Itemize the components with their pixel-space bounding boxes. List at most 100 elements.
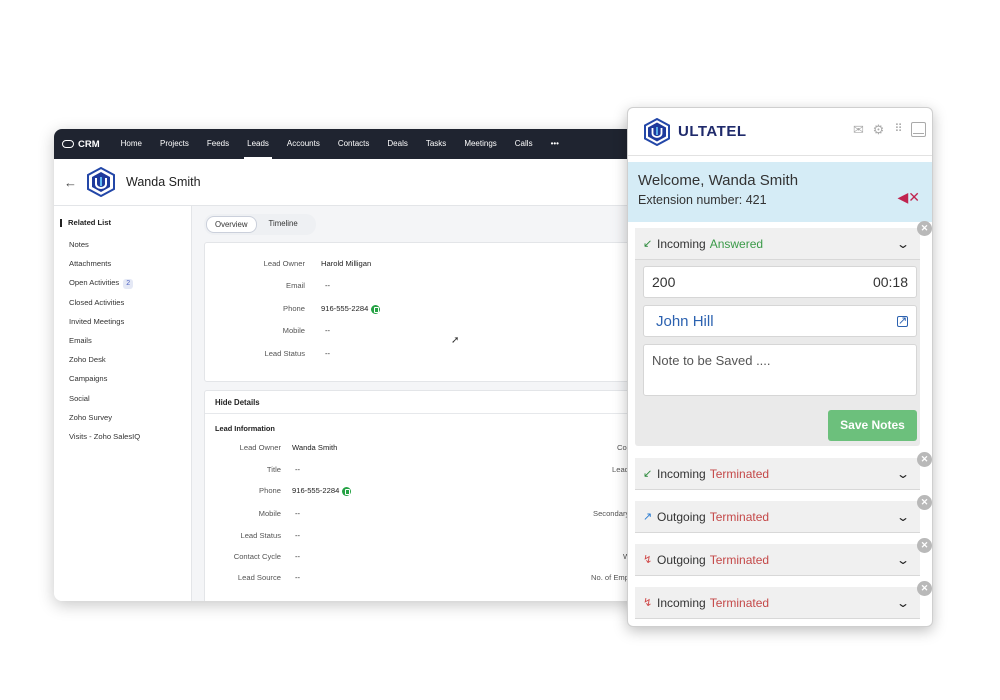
chevron-down-icon[interactable]: ⌄ (896, 237, 910, 251)
gear-icon[interactable]: ⚙ (871, 122, 886, 137)
history-row-3[interactable]: ↯ Outgoing Terminated ⌄ (635, 544, 920, 576)
related-item-emails[interactable]: Emails (54, 331, 191, 350)
history-status: Terminated (709, 552, 770, 567)
ov-lead-owner-value: Harold Milligan (321, 259, 372, 268)
related-item-zoho-desk[interactable]: Zoho Desk (54, 350, 191, 369)
back-arrow-icon[interactable]: ← (64, 175, 78, 190)
details-divider (205, 413, 693, 414)
mouse-cursor-icon: ➚ (451, 335, 460, 346)
ov-lead-owner-label: Lead Owner (263, 259, 305, 268)
welcome-text: Welcome, Wanda Smith (638, 172, 799, 189)
nav-deals[interactable]: Deals (378, 129, 416, 159)
crm-window: CRM Home Projects Feeds Leads Accounts C… (54, 129, 694, 601)
hide-details-link[interactable]: Hide Details (215, 398, 260, 407)
dt-title-value: -- (295, 465, 301, 474)
dt-contact-cycle-value: -- (295, 552, 301, 561)
related-item-invited-meetings[interactable]: Invited Meetings (54, 312, 191, 331)
top-nav: CRM Home Projects Feeds Leads Accounts C… (54, 129, 694, 159)
related-item-campaigns[interactable]: Campaigns (54, 369, 191, 388)
close-icon[interactable]: ✕ (917, 538, 932, 553)
save-notes-button[interactable]: Save Notes (828, 410, 917, 441)
missed-call-icon: ↯ (643, 597, 653, 609)
lead-name: Wanda Smith (126, 175, 201, 189)
mail-icon[interactable]: ✉ (851, 122, 866, 137)
outgoing-arrow-icon: ↗ (643, 511, 653, 523)
history-row-2[interactable]: ↗ Outgoing Terminated ⌄ (635, 501, 920, 533)
call-number-field: 200 00:18 (643, 266, 917, 298)
close-icon[interactable]: ✕ (917, 452, 932, 467)
related-list: Related List Notes Attachments Open Acti… (54, 206, 192, 601)
related-item-zoho-survey[interactable]: Zoho Survey (54, 408, 191, 427)
whatsapp-icon[interactable] (371, 304, 381, 314)
active-call-header[interactable]: ↙ Incoming Answered ⌄ (635, 228, 920, 260)
nav-feeds[interactable]: Feeds (198, 129, 238, 159)
dt-phone-field[interactable]: 916-555-2284 (292, 486, 352, 496)
tab-timeline[interactable]: Timeline (261, 216, 306, 233)
history-row-4[interactable]: ↯ Incoming Terminated ⌄ (635, 587, 920, 619)
dt-lead-source-value: -- (295, 573, 301, 582)
minimize-icon[interactable] (911, 122, 926, 137)
crm-logo[interactable]: CRM (62, 139, 100, 150)
dt-right-label-3: Secondary (593, 509, 630, 518)
contact-name-link[interactable]: John Hill (652, 313, 897, 330)
missed-call-icon: ↯ (643, 554, 653, 566)
ov-phone-value[interactable]: 916-555-2284 (321, 304, 368, 313)
external-link-icon[interactable]: ↗ (897, 315, 908, 327)
whatsapp-icon[interactable] (342, 486, 352, 496)
call-duration: 00:18 (872, 274, 908, 290)
nav-accounts[interactable]: Accounts (278, 129, 329, 159)
welcome-banner: Welcome, Wanda Smith Extension number: 4… (628, 162, 932, 222)
dt-mobile-label: Mobile (258, 509, 281, 518)
incoming-arrow-icon: ↙ (643, 468, 653, 480)
related-item-visits[interactable]: Visits - Zoho SalesIQ (54, 427, 191, 446)
chevron-down-icon[interactable]: ⌄ (896, 553, 910, 567)
related-item-attachments[interactable]: Attachments (54, 254, 191, 273)
related-item-closed-activities[interactable]: Closed Activities (54, 293, 191, 312)
crm-app-name: CRM (78, 138, 100, 150)
nav-tasks[interactable]: Tasks (417, 129, 455, 159)
related-item-notes[interactable]: Notes (54, 235, 191, 254)
ultatel-panel: ULTATEL ✉ ⚙ ⠿ Welcome, Wanda Smith Exten… (627, 107, 933, 627)
ov-phone-field[interactable]: 916-555-2284 (321, 304, 381, 314)
related-list-label: Related List (68, 218, 112, 227)
lead-avatar (87, 167, 115, 197)
nav-projects[interactable]: Projects (151, 129, 198, 159)
details-card: Hide Details Lead Information Lead Owner… (204, 390, 694, 601)
ov-phone-label: Phone (283, 304, 305, 313)
nav-calls[interactable]: Calls (506, 129, 542, 159)
close-icon[interactable]: ✕ (917, 221, 932, 236)
nav-more-icon[interactable]: ••• (542, 129, 568, 159)
history-row-1[interactable]: ↙ Incoming Terminated ⌄ (635, 458, 920, 490)
related-item-open-activities[interactable]: Open Activities 2 (54, 273, 191, 292)
nav-home[interactable]: Home (112, 129, 151, 159)
incoming-arrow-icon: ↙ (643, 238, 653, 250)
related-list-title[interactable]: Related List (54, 218, 191, 227)
history-direction: Incoming (657, 595, 706, 610)
chevron-down-icon[interactable]: ⌄ (896, 510, 910, 524)
tab-overview[interactable]: Overview (206, 216, 257, 233)
call-number: 200 (652, 274, 676, 290)
nav-contacts[interactable]: Contacts (329, 129, 379, 159)
close-icon[interactable]: ✕ (917, 495, 932, 510)
chevron-down-icon[interactable]: ⌄ (896, 596, 910, 610)
nav-meetings[interactable]: Meetings (455, 129, 505, 159)
dt-lead-owner-value: Wanda Smith (292, 443, 338, 452)
ov-email-label: Email (286, 281, 305, 290)
dt-phone-label: Phone (259, 486, 281, 495)
chevron-down-icon[interactable]: ⌄ (896, 467, 910, 481)
history-status: Terminated (709, 595, 770, 610)
speaker-mute-icon[interactable]: ◀✕ (898, 189, 921, 206)
panel-toolbar: ✉ ⚙ ⠿ (851, 122, 926, 137)
history-status: Terminated (709, 466, 770, 481)
open-activities-label: Open Activities (69, 278, 120, 288)
history-direction: Outgoing (657, 552, 706, 567)
nav-leads[interactable]: Leads (238, 129, 278, 159)
related-item-social[interactable]: Social (54, 389, 191, 408)
open-activities-badge: 2 (123, 279, 134, 290)
close-icon[interactable]: ✕ (917, 581, 932, 596)
history-direction: Outgoing (657, 509, 706, 524)
dt-phone-value[interactable]: 916-555-2284 (292, 486, 339, 495)
note-input[interactable]: Note to be Saved .... (643, 344, 917, 396)
dialpad-icon[interactable]: ⠿ (891, 122, 906, 137)
lead-header: ← Wanda Smith (54, 159, 694, 206)
